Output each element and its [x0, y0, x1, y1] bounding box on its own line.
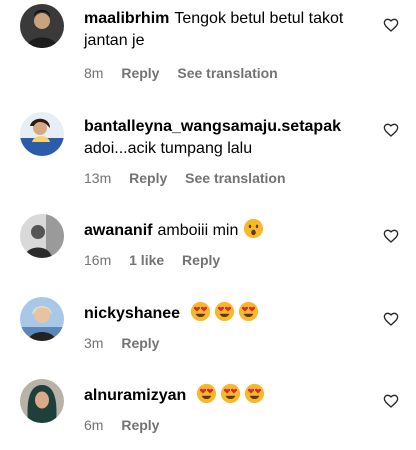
avatar-image [20, 379, 64, 423]
comment-text-block: awananif amboiii min [84, 218, 374, 242]
comment-meta: 3m Reply [84, 335, 173, 351]
avatar-image [20, 112, 64, 156]
reply-button[interactable]: Reply [121, 417, 159, 433]
avatar-image [20, 214, 64, 258]
comment-item: awananif amboiii min 16m 1 like Reply [0, 212, 416, 282]
comment-text: amboiii min [157, 222, 239, 239]
reply-button[interactable]: Reply [121, 65, 159, 81]
comment-username[interactable]: nickyshanee [84, 305, 180, 322]
hushed-face-emoji [243, 218, 263, 239]
comment-username[interactable]: alnuramizyan [84, 387, 186, 404]
likes-count[interactable]: 1 like [129, 252, 164, 268]
heart-outline-icon[interactable] [383, 122, 399, 138]
avatar[interactable] [20, 379, 64, 423]
comment-time: 16m [84, 252, 112, 268]
comment-meta: 6m Reply [84, 417, 173, 433]
comment-item: alnuramizyan 6m Reply [0, 377, 416, 447]
see-translation-button[interactable]: See translation [185, 170, 285, 186]
heart-outline-icon[interactable] [383, 393, 399, 409]
avatar[interactable] [20, 214, 64, 258]
comment-time: 13m [84, 170, 112, 186]
comment-text-block: nickyshanee [84, 301, 374, 325]
comment-time: 3m [84, 335, 104, 351]
see-translation-button[interactable]: See translation [177, 65, 277, 81]
comment-item: maalibrhim Tengok betul betul takot janta… [0, 0, 416, 95]
avatar[interactable] [20, 4, 64, 48]
heart-eyes-emoji [190, 301, 210, 322]
heart-eyes-emoji [214, 301, 234, 322]
heart-outline-icon[interactable] [383, 228, 399, 244]
comment-username[interactable]: bantalleyna_wangsamaju.setapak [84, 116, 379, 138]
comment-item: bantalleyna_wangsamaju.setapak adoi...ac… [0, 108, 416, 193]
comment-text-block: alnuramizyan [84, 383, 374, 407]
comment-username[interactable]: awananif [84, 222, 152, 239]
heart-eyes-emoji [238, 301, 258, 322]
comment-time: 6m [84, 417, 104, 433]
comment-text: adoi...acik tumpang lalu [84, 140, 253, 157]
comment-meta: 13m Reply See translation [84, 170, 300, 186]
comment-time: 8m [84, 65, 104, 81]
heart-eyes-emoji [220, 383, 240, 404]
avatar[interactable] [20, 112, 64, 156]
comment-text-block: maalibrhim Tengok betul betul takot janta… [84, 8, 374, 52]
heart-outline-icon[interactable] [383, 311, 399, 327]
comment-text-block: bantalleyna_wangsamaju.setapak adoi...ac… [84, 116, 384, 160]
comment-username[interactable]: maalibrhim [84, 10, 169, 27]
reply-button[interactable]: Reply [182, 252, 220, 268]
avatar-image [20, 4, 64, 48]
heart-eyes-emoji [244, 383, 264, 404]
reply-button[interactable]: Reply [121, 335, 159, 351]
reply-button[interactable]: Reply [129, 170, 167, 186]
avatar[interactable] [20, 297, 64, 341]
heart-outline-icon[interactable] [383, 17, 399, 33]
avatar-image [20, 297, 64, 341]
comment-meta: 16m 1 like Reply [84, 252, 234, 268]
heart-eyes-emoji [196, 383, 216, 404]
comment-item: nickyshanee 3m Reply [0, 295, 416, 365]
comment-meta: 8m Reply See translation [84, 65, 292, 81]
